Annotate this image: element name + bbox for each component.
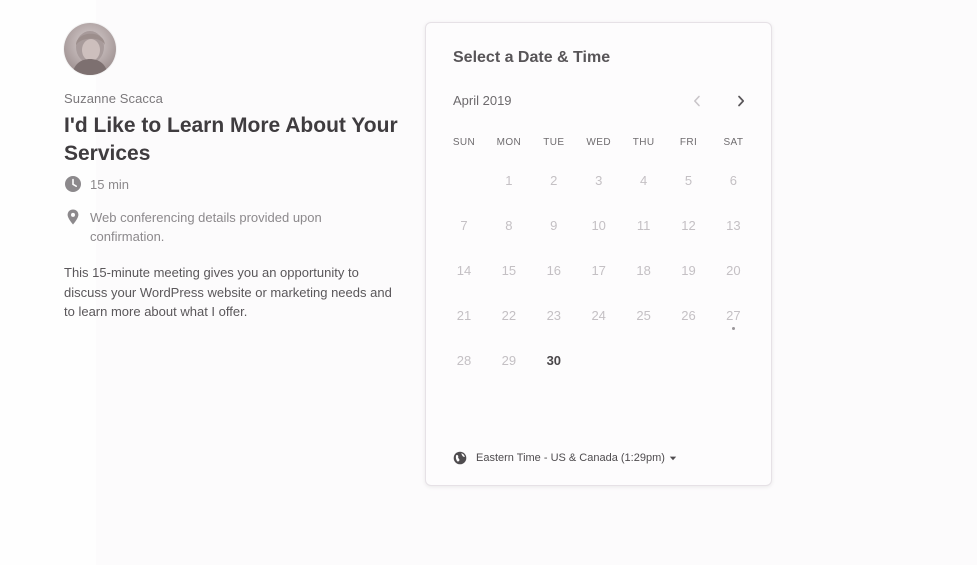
date-cell: 22 xyxy=(501,308,517,323)
calendar-grid: 1 2 3 4 5 6 7 8 9 10 11 12 13 14 15 16 17 18 19 20 21 22 23 24 2… xyxy=(442,163,757,393)
event-location: Web conferencing details provided upon c… xyxy=(64,208,374,246)
date-cell: 11 xyxy=(636,218,651,233)
date-cell: 17 xyxy=(591,263,606,278)
date-cell: 1 xyxy=(505,173,513,188)
event-duration: 15 min xyxy=(64,175,129,194)
map-pin-icon xyxy=(67,209,79,225)
event-title: I'd Like to Learn More About Your Servic… xyxy=(64,114,398,165)
date-picker-card: Select a Date & Time April 2019 SUN MON TU… xyxy=(425,22,772,486)
weekday-sat: SAT xyxy=(723,137,744,148)
date-cell: 8 xyxy=(505,218,513,233)
previous-month-button[interactable] xyxy=(686,90,708,112)
weekday-wed: WED xyxy=(586,137,611,148)
weekday-mon: MON xyxy=(496,137,522,148)
date-cell: 16 xyxy=(546,263,562,278)
today-indicator xyxy=(731,327,735,330)
date-cell: 28 xyxy=(456,353,472,368)
date-cell: 23 xyxy=(546,308,562,323)
date-cell: 3 xyxy=(595,173,603,188)
date-cell: 5 xyxy=(684,173,693,188)
date-cell: 21 xyxy=(456,308,472,323)
next-month-button[interactable] xyxy=(730,90,752,112)
date-cell: 6 xyxy=(729,173,737,188)
date-cell: 29 xyxy=(501,353,517,368)
date-cell: 20 xyxy=(726,263,741,278)
duration-label: 15 min xyxy=(90,177,130,192)
timezone-selector[interactable]: Eastern Time - US & Canada (1:29pm) xyxy=(453,451,677,465)
date-cell: 15 xyxy=(501,263,517,278)
avatar xyxy=(64,23,116,75)
chevron-right-icon xyxy=(738,95,745,107)
date-cell: 26 xyxy=(681,308,696,323)
date-button-available[interactable]: 30 xyxy=(532,344,576,378)
date-cell: 10 xyxy=(591,218,606,233)
location-label: Web conferencing details provided upon c… xyxy=(90,210,322,244)
date-cell: 7 xyxy=(460,218,468,233)
date-cell: 18 xyxy=(636,263,651,278)
date-cell: 2 xyxy=(550,173,558,188)
month-label: April 2019 xyxy=(453,93,512,108)
date-cell: 13 xyxy=(726,218,741,233)
weekday-header: SUN MON TUE WED THU FRI SAT xyxy=(442,137,757,151)
timezone-label: Eastern Time - US & Canada (1:29pm) xyxy=(476,452,665,464)
chevron-left-icon xyxy=(694,95,700,107)
date-cell: 4 xyxy=(639,173,648,188)
date-cell: 24 xyxy=(591,308,606,323)
weekday-thu: THU xyxy=(632,137,655,148)
weekday-fri: FRI xyxy=(679,137,698,148)
date-cell: 25 xyxy=(636,308,651,323)
date-cell: 14 xyxy=(456,263,472,278)
weekday-sun: SUN xyxy=(452,137,476,148)
weekday-tue: TUE xyxy=(543,137,565,148)
clock-icon xyxy=(65,176,81,192)
date-cell: 12 xyxy=(681,218,696,233)
globe-icon xyxy=(453,451,467,465)
caret-down-icon xyxy=(669,456,677,461)
date-cell: 19 xyxy=(681,263,696,278)
host-name: Suzanne Scacca xyxy=(64,91,163,106)
date-cell: 9 xyxy=(550,218,558,233)
date-time-heading: Select a Date & Time xyxy=(453,49,611,66)
event-description: This 15-minute meeting gives you an oppo… xyxy=(64,265,392,319)
